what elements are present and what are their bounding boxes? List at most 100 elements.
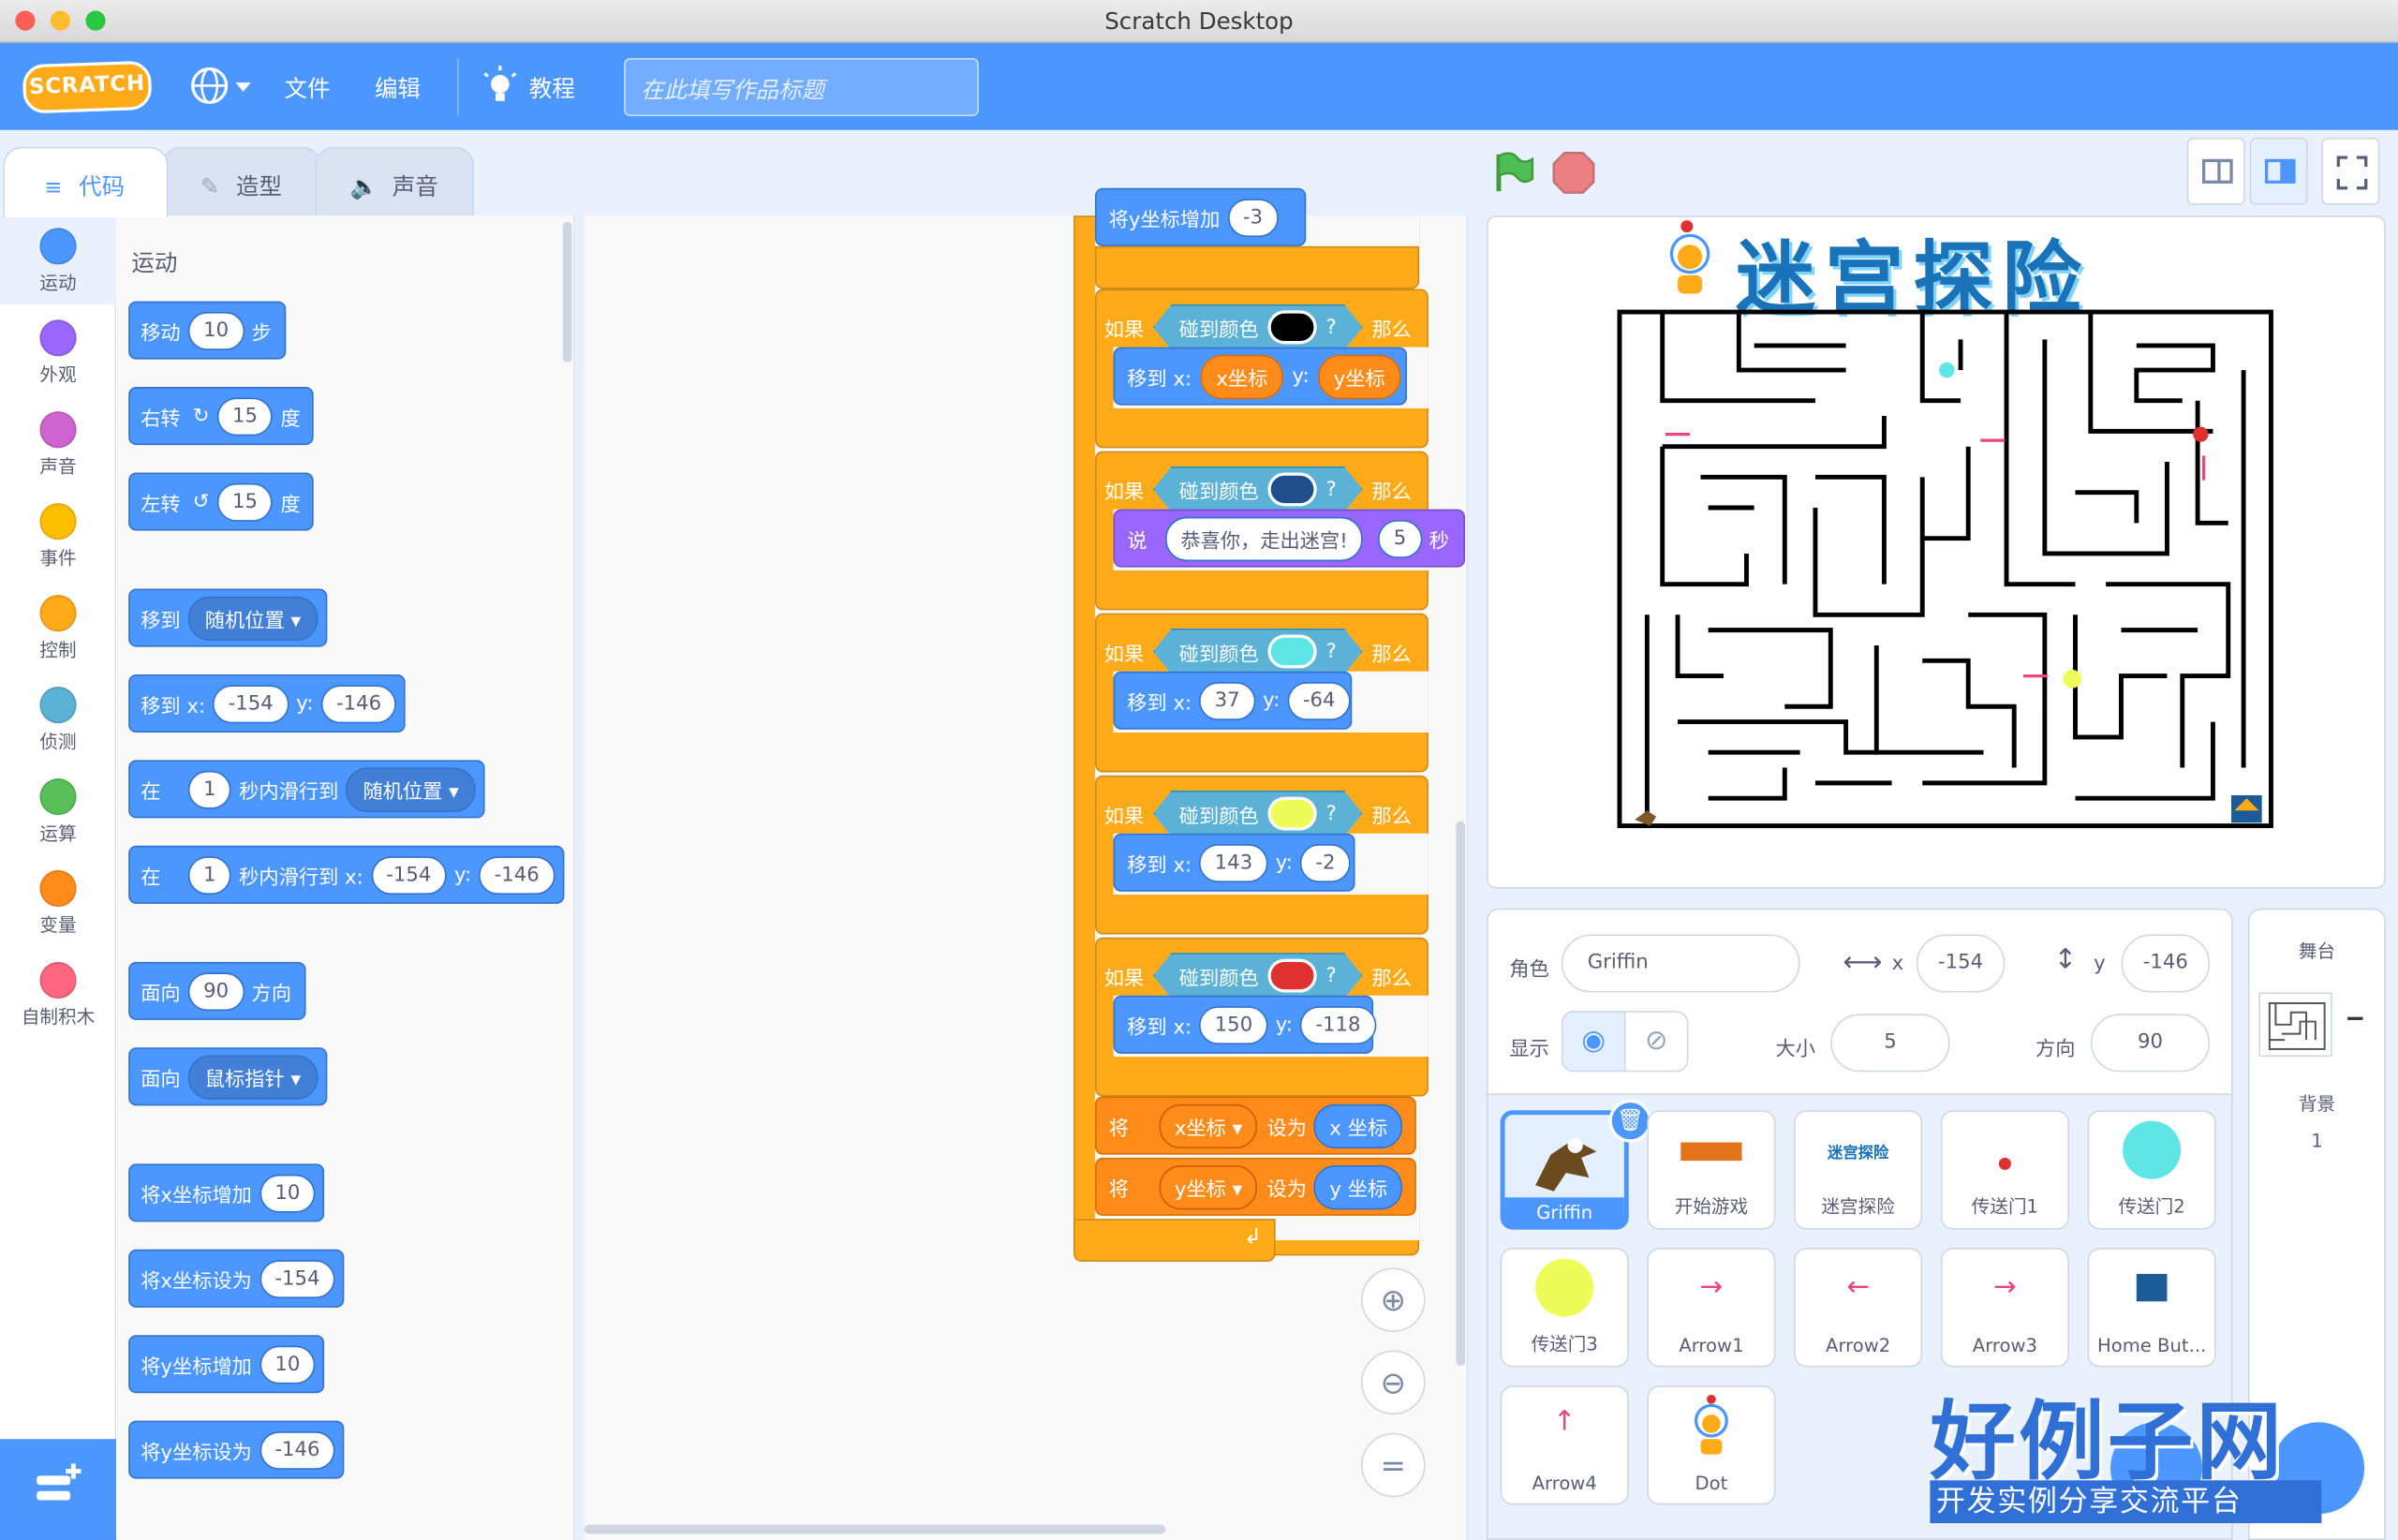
block-move-steps[interactable]: 移动 10 步 (128, 301, 286, 360)
block-goto-xy[interactable]: 移到 x: 143 y: -2 (1113, 833, 1355, 892)
delete-sprite-button[interactable]: 🗑 (1608, 1099, 1652, 1143)
block-input[interactable]: -146 (320, 684, 397, 723)
language-menu[interactable] (189, 66, 257, 109)
block-goto[interactable]: 移到 随机位置 ▾ (128, 588, 327, 647)
block-input[interactable]: 143 (1199, 843, 1268, 882)
tab-code[interactable]: ≡ 代码 (3, 146, 169, 217)
touching-color-red[interactable]: 碰到颜色? (1153, 953, 1363, 999)
block-set-variable-y[interactable]: 将 y坐标 ▾ 设为 y 坐标 (1094, 1157, 1416, 1216)
block-glide-to[interactable]: 在 1 秒内滑行到 随机位置 ▾ (128, 760, 485, 819)
direction-input[interactable]: 90 (2090, 1014, 2211, 1073)
sprite-tile-portal-1[interactable]: 传送门1 (1940, 1110, 2069, 1230)
workspace-vscroll[interactable] (1456, 821, 1466, 1366)
block-change-y-top[interactable]: 将y坐标增加 -3 (1094, 187, 1307, 246)
stop-button[interactable] (1551, 150, 1597, 196)
x-reporter[interactable]: x坐标 (1200, 353, 1283, 399)
say-text-input[interactable]: 恭喜你，走出迷宫! (1165, 515, 1364, 561)
fullscreen-button[interactable] (2321, 137, 2380, 205)
block-input[interactable]: -3 (1227, 198, 1279, 237)
block-change-x[interactable]: 将x坐标增加 10 (128, 1163, 325, 1222)
block-input[interactable]: 150 (1199, 1005, 1268, 1044)
block-set-variable-x[interactable]: 将 x坐标 ▾ 设为 x 坐标 (1094, 1096, 1416, 1155)
workspace-hscroll[interactable] (584, 1524, 1166, 1534)
category-sound[interactable]: 声音 (0, 399, 116, 488)
tab-costumes[interactable]: ✎ 造型 (162, 146, 321, 217)
block-input[interactable]: -146 (259, 1430, 335, 1470)
show-sprite-button[interactable]: ◉ (1561, 1011, 1626, 1073)
category-operators[interactable]: 运算 (0, 766, 116, 855)
block-goto-xy[interactable]: 移到 x: -154 y: -146 (128, 674, 407, 733)
block-change-y[interactable]: 将y坐标增加 10 (128, 1335, 325, 1394)
y-position-reporter[interactable]: y 坐标 (1314, 1164, 1403, 1209)
sprite-tile-portal-3[interactable]: 传送门3 (1500, 1248, 1629, 1368)
sprite-tile-maze-title[interactable]: 迷宫探险 迷宫探险 (1794, 1110, 1923, 1230)
size-input[interactable]: 5 (1830, 1014, 1950, 1073)
glide-target-dropdown[interactable]: 随机位置 ▾ (346, 766, 476, 812)
point-towards-dropdown[interactable]: 鼠标指针 ▾ (187, 1054, 318, 1099)
block-point-direction[interactable]: 面向 90 方向 (128, 961, 305, 1020)
color-swatch-darkblue[interactable] (1268, 472, 1317, 506)
block-input[interactable]: -154 (370, 855, 447, 895)
sprite-tile-home-button[interactable]: Home But... (2087, 1248, 2216, 1368)
block-input[interactable]: -154 (213, 684, 289, 723)
block-input[interactable]: 1 (187, 855, 232, 895)
zoom-out-button[interactable]: ⊖ (1361, 1350, 1426, 1415)
category-my-blocks[interactable]: 自制积木 (0, 950, 116, 1039)
tab-sounds[interactable]: 🔈 声音 (315, 146, 475, 217)
x-input[interactable]: -154 (1916, 934, 2006, 993)
green-flag-button[interactable] (1492, 150, 1535, 196)
sprite-name-input[interactable]: Griffin (1561, 934, 1800, 993)
sprite-tile-arrow4[interactable]: ↑ Arrow4 (1500, 1385, 1629, 1505)
sprite-tile-arrow1[interactable]: → Arrow1 (1647, 1248, 1776, 1368)
category-motion[interactable]: 运动 (0, 215, 117, 304)
sprite-tile-arrow3[interactable]: → Arrow3 (1940, 1248, 2069, 1368)
block-set-x[interactable]: 将x坐标设为 -154 (128, 1249, 345, 1308)
block-input[interactable]: 10 (259, 1173, 316, 1212)
block-turn-left[interactable]: 左转 ↺ 15 度 (128, 472, 315, 531)
file-menu[interactable]: 文件 (285, 72, 331, 104)
color-swatch-cyan[interactable] (1268, 635, 1317, 669)
block-goto-xy[interactable]: 移到 x: 150 y: -118 (1113, 995, 1376, 1054)
scratch-logo[interactable]: SCRATCH (22, 60, 153, 114)
block-glide-to-xy[interactable]: 在 1 秒内滑行到 x: -154 y: -146 (128, 845, 564, 904)
stage-canvas[interactable]: 迷宫探险 (1486, 215, 2386, 889)
touching-color-cyan[interactable]: 碰到颜色? (1153, 629, 1363, 674)
block-input[interactable]: 90 (187, 971, 244, 1011)
touching-color-darkblue[interactable]: 碰到颜色? (1153, 466, 1363, 512)
block-input[interactable]: -154 (259, 1259, 335, 1298)
sprite-tile-portal-2[interactable]: 传送门2 (2087, 1110, 2216, 1230)
category-events[interactable]: 事件 (0, 491, 116, 580)
block-input[interactable]: 10 (187, 311, 244, 350)
block-point-towards[interactable]: 面向 鼠标指针 ▾ (128, 1047, 327, 1106)
x-position-reporter[interactable]: x 坐标 (1314, 1103, 1403, 1148)
y-reporter[interactable]: y坐标 (1318, 353, 1401, 399)
zoom-reset-button[interactable]: = (1361, 1432, 1426, 1498)
block-say-for-secs[interactable]: 说恭喜你，走出迷宫! 5 秒 (1113, 509, 1466, 568)
edit-menu[interactable]: 编辑 (375, 72, 421, 104)
variable-dropdown[interactable]: x坐标 ▾ (1159, 1103, 1258, 1148)
palette-scrollbar[interactable] (562, 221, 572, 363)
hide-sprite-button[interactable]: ⊘ (1623, 1011, 1689, 1073)
add-extension-button[interactable] (0, 1439, 117, 1540)
block-input[interactable]: 1 (187, 769, 232, 808)
touching-color-black[interactable]: 碰到颜色? (1153, 304, 1363, 350)
sprite-tile-arrow2[interactable]: ← Arrow2 (1794, 1248, 1923, 1368)
color-swatch-yellow[interactable] (1268, 797, 1317, 831)
y-input[interactable]: -146 (2121, 934, 2211, 993)
variable-dropdown[interactable]: y坐标 ▾ (1159, 1164, 1258, 1209)
touching-color-yellow[interactable]: 碰到颜色? (1153, 791, 1363, 837)
sprite-tile-griffin[interactable]: Griffin 🗑 (1500, 1099, 1652, 1230)
zoom-in-button[interactable]: ⊕ (1361, 1267, 1426, 1332)
block-input[interactable]: -118 (1300, 1005, 1376, 1044)
normal-stage-button[interactable] (2249, 137, 2308, 205)
block-goto-xy-vars[interactable]: 移到 x: x坐标 y: y坐标 (1113, 347, 1408, 406)
sprite-tile-dot[interactable]: Dot (1647, 1385, 1776, 1505)
color-swatch-black[interactable] (1268, 310, 1317, 344)
block-set-y[interactable]: 将y坐标设为 -146 (128, 1420, 345, 1479)
category-control[interactable]: 控制 (0, 583, 116, 672)
block-input[interactable]: -2 (1300, 843, 1351, 882)
sprite-tile-start-game[interactable]: 开始游戏 (1647, 1110, 1776, 1230)
script-workspace[interactable]: 将y坐标增加 -3 如果 碰到颜色? 那么 移到 x: x坐标 y: y坐标 如果 碰到颜色?… (584, 187, 1469, 1540)
block-input[interactable]: 10 (259, 1344, 316, 1384)
block-turn-right[interactable]: 右转 ↻ 15 度 (128, 387, 315, 446)
